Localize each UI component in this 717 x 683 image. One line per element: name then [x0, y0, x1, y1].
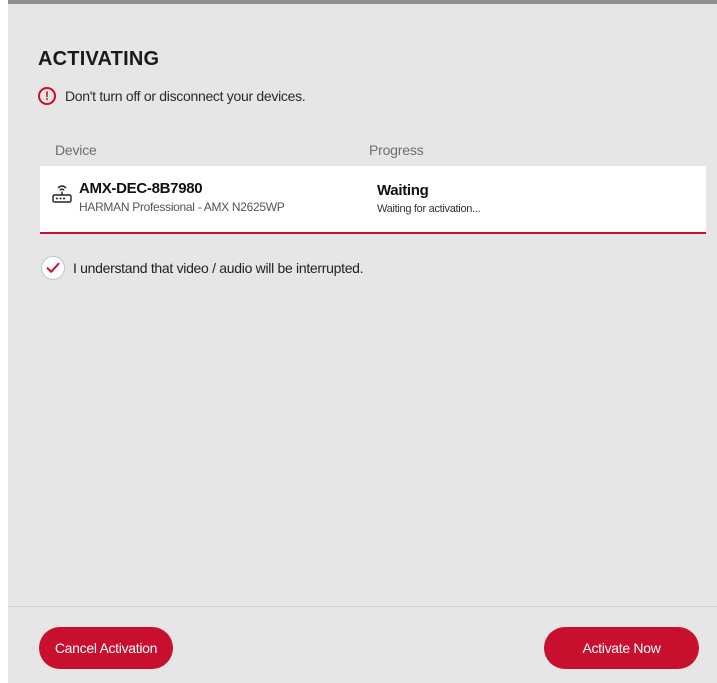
dialog-title: ACTIVATING	[38, 48, 160, 70]
warning-text: Don't turn off or disconnect your device…	[65, 88, 306, 104]
progress-status: Waiting	[377, 182, 429, 199]
activate-now-button[interactable]: Activate Now	[544, 627, 699, 669]
cancel-activation-button[interactable]: Cancel Activation	[39, 627, 173, 669]
warning-message: ! Don't turn off or disconnect your devi…	[38, 87, 306, 105]
acknowledge-checkbox[interactable]: I understand that video / audio will be …	[41, 256, 364, 280]
device-model: HARMAN Professional - AMX N2625WP	[79, 200, 285, 214]
alert-icon: !	[38, 87, 56, 105]
activation-dialog: ACTIVATING ! Don't turn off or disconnec…	[8, 0, 717, 683]
router-icon	[52, 185, 72, 203]
checkmark-icon[interactable]	[41, 256, 65, 280]
device-name: AMX-DEC-8B7980	[79, 180, 203, 197]
progress-detail: Waiting for activation...	[377, 203, 481, 215]
device-row: AMX-DEC-8B7980 HARMAN Professional - AMX…	[40, 166, 706, 234]
check-glyph	[46, 262, 60, 273]
column-header-device: Device	[55, 142, 97, 158]
acknowledge-label: I understand that video / audio will be …	[73, 260, 364, 276]
column-header-progress: Progress	[369, 142, 424, 158]
dialog-footer: Cancel Activation Activate Now	[8, 606, 717, 683]
